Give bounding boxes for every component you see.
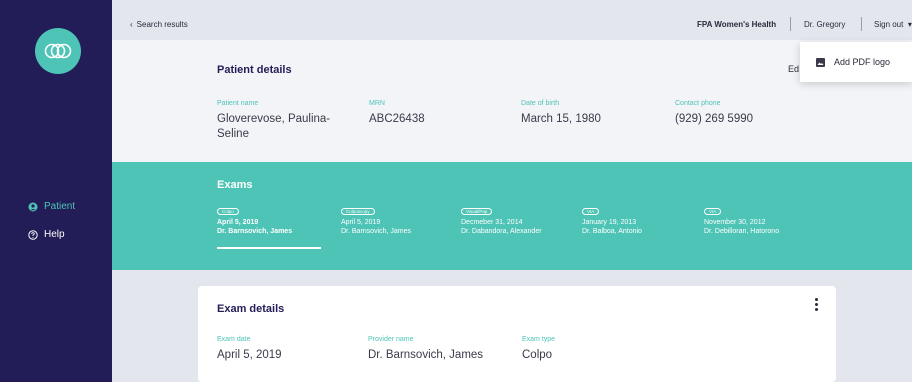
- sign-out-label: Sign out: [874, 20, 904, 29]
- menu-item-label: Add PDF logo: [834, 57, 891, 67]
- sidebar: Patient Help: [0, 0, 112, 382]
- field-label: MRN: [369, 100, 385, 107]
- field-label: Patient name: [217, 100, 259, 107]
- exam-tab[interactable]: Colpo April 5, 2019 Dr. Barnsovich, Jame…: [217, 207, 292, 236]
- top-bar: ‹ Search results FPA Women's Health Dr. …: [112, 0, 912, 40]
- exam-provider: Dr. Barnsovich, James: [217, 228, 293, 235]
- divider: [790, 17, 791, 31]
- patient-details-panel: Patient details Ed Patient name Gloverev…: [112, 40, 912, 162]
- field-value: March 15, 1980: [521, 113, 601, 125]
- field-value: Dr. Barnsovich, James: [368, 349, 484, 361]
- more-options-icon[interactable]: [815, 298, 819, 313]
- exam-provider: Dr. Debilloran, Hatorono: [704, 228, 780, 235]
- user-dropdown-menu: Add PDF logo: [800, 42, 912, 82]
- exam-date: April 5, 2019: [217, 219, 259, 226]
- sidebar-item-help[interactable]: Help: [28, 229, 65, 240]
- field-label: Provider name: [368, 336, 414, 343]
- exam-provider: Dr. Balboa, Antonio: [582, 228, 642, 235]
- field-value: (929) 269 5990: [675, 113, 754, 125]
- field-value: Colpo: [522, 349, 553, 361]
- logo-icon: [44, 43, 72, 59]
- exams-title: Exams: [217, 179, 253, 191]
- field-value: April 5, 2019: [217, 349, 282, 361]
- exams-panel: Exams Colpo April 5, 2019 Dr. Barnsovich…: [112, 162, 912, 270]
- active-tab-indicator: [217, 247, 321, 249]
- back-to-search-link[interactable]: ‹ Search results: [130, 20, 188, 29]
- exam-type-chip: VIA: [704, 208, 722, 215]
- exam-provider: Dr. Barnsovich, James: [341, 228, 412, 235]
- image-icon: [816, 57, 825, 67]
- field-value: ABC26438: [369, 113, 425, 125]
- back-link-label: Search results: [136, 20, 188, 29]
- person-icon: [28, 202, 38, 211]
- edit-button[interactable]: Ed: [788, 64, 799, 74]
- exam-date: April 5, 2019: [341, 219, 381, 226]
- patient-name-field: Patient name Gloverevose, Paulina-Seline: [217, 100, 337, 142]
- chevron-left-icon: ‹: [130, 20, 133, 29]
- field-label: Exam type: [522, 336, 556, 343]
- exam-tab[interactable]: Colposcopy April 5, 2019 Dr. Barnsovich,…: [341, 207, 411, 236]
- sidebar-item-label: Patient: [44, 201, 76, 212]
- exam-details-title: Exam details: [217, 303, 285, 315]
- field-label: Exam date: [217, 336, 251, 343]
- exam-tab[interactable]: Visual/Pap Decmeber 31, 2014 Dr. Dabando…: [461, 207, 542, 236]
- exam-type-field: Exam type Colpo: [522, 336, 555, 363]
- exam-provider: Dr. Dabandora, Alexander: [461, 228, 542, 235]
- exam-details-card: Exam details Exam date April 5, 2019 Pro…: [198, 286, 836, 382]
- sidebar-item-label: Help: [44, 229, 65, 240]
- add-pdf-logo-menu-item[interactable]: Add PDF logo: [816, 57, 890, 67]
- user-name[interactable]: Dr. Gregory: [804, 20, 845, 29]
- field-label: Contact phone: [675, 100, 721, 107]
- divider: [861, 17, 862, 31]
- sidebar-item-patient[interactable]: Patient: [28, 201, 75, 212]
- date-of-birth-field: Date of birth March 15, 1980: [521, 100, 601, 127]
- field-value: Gloverevose, Paulina-Seline: [217, 113, 331, 140]
- organization-name: FPA Women's Health: [697, 20, 777, 29]
- exam-date-field: Exam date April 5, 2019: [217, 336, 282, 363]
- exam-type-chip: Colposcopy: [341, 208, 375, 215]
- app-logo[interactable]: [35, 28, 81, 74]
- exam-date: November 30, 2012: [704, 219, 766, 226]
- mrn-field: MRN ABC26438: [369, 100, 425, 127]
- exam-date: Decmeber 31, 2014: [461, 219, 523, 226]
- provider-name-field: Provider name Dr. Barnsovich, James: [368, 336, 483, 363]
- exam-date: January 19, 2013: [582, 219, 637, 226]
- contact-phone-field: Contact phone (929) 269 5990: [675, 100, 753, 127]
- field-label: Date of birth: [521, 100, 560, 107]
- exam-type-chip: Colpo: [217, 208, 239, 215]
- exam-type-chip: VIA: [582, 208, 600, 215]
- caret-down-icon: ▾: [905, 20, 912, 29]
- patient-details-title: Patient details: [217, 64, 292, 76]
- sign-out-button[interactable]: Sign out ▾: [874, 20, 912, 29]
- help-icon: [28, 229, 38, 240]
- exam-type-chip: Visual/Pap: [461, 208, 493, 215]
- exam-tab[interactable]: VIA November 30, 2012 Dr. Debilloran, Ha…: [704, 207, 779, 236]
- exam-tab[interactable]: VIA January 19, 2013 Dr. Balboa, Antonio: [582, 207, 642, 236]
